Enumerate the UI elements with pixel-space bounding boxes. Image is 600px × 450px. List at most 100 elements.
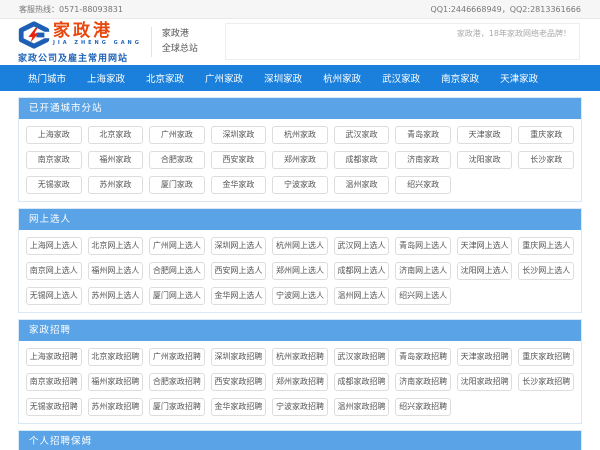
online-selection-link[interactable]: 广州网上选人 bbox=[149, 237, 205, 255]
city-branch-link[interactable]: 天津家政 bbox=[457, 126, 513, 144]
station-label: 家政港 全球总站 bbox=[162, 27, 198, 57]
online-selection-links: 上海网上选人 北京网上选人 广州网上选人 深圳网上选人 杭州网上选人 武汉网上选… bbox=[19, 230, 581, 312]
city-branch-link[interactable]: 无锡家政 bbox=[26, 176, 82, 194]
online-selection-link[interactable]: 长沙网上选人 bbox=[518, 262, 574, 280]
nav-item[interactable]: 深圳家政 bbox=[264, 71, 302, 85]
city-branch-link[interactable]: 深圳家政 bbox=[211, 126, 267, 144]
header-divider bbox=[151, 27, 152, 57]
city-branch-link[interactable]: 苏州家政 bbox=[88, 176, 144, 194]
online-selection-link[interactable]: 西安网上选人 bbox=[211, 262, 267, 280]
city-branch-link[interactable]: 成都家政 bbox=[334, 151, 390, 169]
housekeeping-job-link[interactable]: 杭州家政招聘 bbox=[272, 348, 328, 366]
city-branch-link[interactable]: 济南家政 bbox=[395, 151, 451, 169]
online-selection-link[interactable]: 厦门网上选人 bbox=[149, 287, 205, 305]
nav-item[interactable]: 广州家政 bbox=[205, 71, 243, 85]
online-selection-link[interactable]: 合肥网上选人 bbox=[149, 262, 205, 280]
housekeeping-job-link[interactable]: 重庆家政招聘 bbox=[518, 348, 574, 366]
header-banner-box: 家政港，18年家政网络老品牌！ bbox=[225, 23, 580, 60]
housekeeping-job-link[interactable]: 武汉家政招聘 bbox=[334, 348, 390, 366]
city-branch-link[interactable]: 宁波家政 bbox=[272, 176, 328, 194]
city-branch-link[interactable]: 北京家政 bbox=[88, 126, 144, 144]
nav-item[interactable]: 上海家政 bbox=[87, 71, 125, 85]
housekeeping-job-link[interactable]: 无锡家政招聘 bbox=[26, 398, 82, 416]
station-scope: 全球总站 bbox=[162, 42, 198, 57]
city-branch-link[interactable]: 青岛家政 bbox=[395, 126, 451, 144]
city-branch-link[interactable]: 福州家政 bbox=[88, 151, 144, 169]
station-name: 家政港 bbox=[162, 27, 198, 42]
housekeeping-job-link[interactable]: 厦门家政招聘 bbox=[149, 398, 205, 416]
city-branch-link[interactable]: 温州家政 bbox=[334, 176, 390, 194]
housekeeping-job-link[interactable]: 苏州家政招聘 bbox=[88, 398, 144, 416]
online-selection-link[interactable]: 金华网上选人 bbox=[211, 287, 267, 305]
housekeeping-job-link[interactable]: 北京家政招聘 bbox=[88, 348, 144, 366]
online-selection-link[interactable]: 深圳网上选人 bbox=[211, 237, 267, 255]
online-selection-link[interactable]: 无锡网上选人 bbox=[26, 287, 82, 305]
online-selection-link[interactable]: 宁波网上选人 bbox=[272, 287, 328, 305]
housekeeping-job-link[interactable]: 温州家政招聘 bbox=[334, 398, 390, 416]
housekeeping-job-link[interactable]: 福州家政招聘 bbox=[88, 373, 144, 391]
housekeeping-job-link[interactable]: 济南家政招聘 bbox=[395, 373, 451, 391]
online-selection-link[interactable]: 苏州网上选人 bbox=[88, 287, 144, 305]
nav-item[interactable]: 武汉家政 bbox=[382, 71, 420, 85]
section-personal-nanny-hiring: 个人招聘保姆 bbox=[18, 430, 582, 450]
online-selection-link[interactable]: 温州网上选人 bbox=[334, 287, 390, 305]
city-branch-link[interactable]: 厦门家政 bbox=[149, 176, 205, 194]
qq-contact-text: QQ1:2446668949，QQ2:2813361666 bbox=[430, 4, 581, 15]
housekeeping-job-link[interactable]: 郑州家政招聘 bbox=[272, 373, 328, 391]
city-branch-link[interactable]: 长沙家政 bbox=[518, 151, 574, 169]
city-branch-link[interactable]: 武汉家政 bbox=[334, 126, 390, 144]
housekeeping-job-link[interactable]: 成都家政招聘 bbox=[334, 373, 390, 391]
city-branch-link[interactable]: 南京家政 bbox=[26, 151, 82, 169]
section-title: 家政招聘 bbox=[19, 320, 581, 341]
nav-item[interactable]: 南京家政 bbox=[441, 71, 479, 85]
site-header: 家政港 JIA ZHENG GANG 家政公司及雇主常用网站 家政港 全球总站 … bbox=[0, 19, 600, 65]
online-selection-link[interactable]: 北京网上选人 bbox=[88, 237, 144, 255]
online-selection-link[interactable]: 成都网上选人 bbox=[334, 262, 390, 280]
housekeeping-job-link[interactable]: 宁波家政招聘 bbox=[272, 398, 328, 416]
online-selection-link[interactable]: 绍兴网上选人 bbox=[395, 287, 451, 305]
online-selection-link[interactable]: 郑州网上选人 bbox=[272, 262, 328, 280]
nav-item[interactable]: 北京家政 bbox=[146, 71, 184, 85]
housekeeping-job-link[interactable]: 合肥家政招聘 bbox=[149, 373, 205, 391]
online-selection-link[interactable]: 上海网上选人 bbox=[26, 237, 82, 255]
online-selection-link[interactable]: 福州网上选人 bbox=[88, 262, 144, 280]
section-online-selection: 网上选人 上海网上选人 北京网上选人 广州网上选人 深圳网上选人 杭州网上选人 … bbox=[18, 208, 582, 313]
city-branch-link[interactable]: 金华家政 bbox=[211, 176, 267, 194]
online-selection-link[interactable]: 武汉网上选人 bbox=[334, 237, 390, 255]
housekeeping-job-link[interactable]: 广州家政招聘 bbox=[149, 348, 205, 366]
city-branch-link[interactable]: 广州家政 bbox=[149, 126, 205, 144]
city-branch-link[interactable]: 绍兴家政 bbox=[395, 176, 451, 194]
city-branch-link[interactable]: 西安家政 bbox=[211, 151, 267, 169]
nav-item[interactable]: 热门城市 bbox=[28, 71, 66, 85]
city-branch-link[interactable]: 重庆家政 bbox=[518, 126, 574, 144]
nav-item[interactable]: 天津家政 bbox=[500, 71, 538, 85]
site-logo[interactable]: 家政港 JIA ZHENG GANG 家政公司及雇主常用网站 bbox=[18, 21, 142, 64]
housekeeping-job-link[interactable]: 西安家政招聘 bbox=[211, 373, 267, 391]
city-branch-link[interactable]: 上海家政 bbox=[26, 126, 82, 144]
housekeeping-job-link[interactable]: 沈阳家政招聘 bbox=[457, 373, 513, 391]
housekeeping-job-link[interactable]: 上海家政招聘 bbox=[26, 348, 82, 366]
housekeeping-job-link[interactable]: 深圳家政招聘 bbox=[211, 348, 267, 366]
city-branch-link[interactable]: 合肥家政 bbox=[149, 151, 205, 169]
online-selection-link[interactable]: 济南网上选人 bbox=[395, 262, 451, 280]
housekeeping-job-link[interactable]: 长沙家政招聘 bbox=[518, 373, 574, 391]
online-selection-link[interactable]: 重庆网上选人 bbox=[518, 237, 574, 255]
housekeeping-job-link[interactable]: 青岛家政招聘 bbox=[395, 348, 451, 366]
housekeeping-job-link[interactable]: 南京家政招聘 bbox=[26, 373, 82, 391]
city-branch-link[interactable]: 杭州家政 bbox=[272, 126, 328, 144]
online-selection-link[interactable]: 杭州网上选人 bbox=[272, 237, 328, 255]
section-housekeeping-jobs: 家政招聘 上海家政招聘 北京家政招聘 广州家政招聘 深圳家政招聘 杭州家政招聘 … bbox=[18, 319, 582, 424]
online-selection-link[interactable]: 青岛网上选人 bbox=[395, 237, 451, 255]
city-branch-link[interactable]: 沈阳家政 bbox=[457, 151, 513, 169]
hexagon-g-lightning-logo-icon bbox=[18, 21, 50, 49]
topbar: 客服热线：0571-88093831 QQ1:2446668949，QQ2:28… bbox=[0, 0, 600, 19]
online-selection-link[interactable]: 南京网上选人 bbox=[26, 262, 82, 280]
section-title: 网上选人 bbox=[19, 209, 581, 230]
online-selection-link[interactable]: 沈阳网上选人 bbox=[457, 262, 513, 280]
city-branch-link[interactable]: 郑州家政 bbox=[272, 151, 328, 169]
online-selection-link[interactable]: 天津网上选人 bbox=[457, 237, 513, 255]
housekeeping-job-link[interactable]: 金华家政招聘 bbox=[211, 398, 267, 416]
nav-item[interactable]: 杭州家政 bbox=[323, 71, 361, 85]
housekeeping-job-link[interactable]: 天津家政招聘 bbox=[457, 348, 513, 366]
housekeeping-job-link[interactable]: 绍兴家政招聘 bbox=[395, 398, 451, 416]
